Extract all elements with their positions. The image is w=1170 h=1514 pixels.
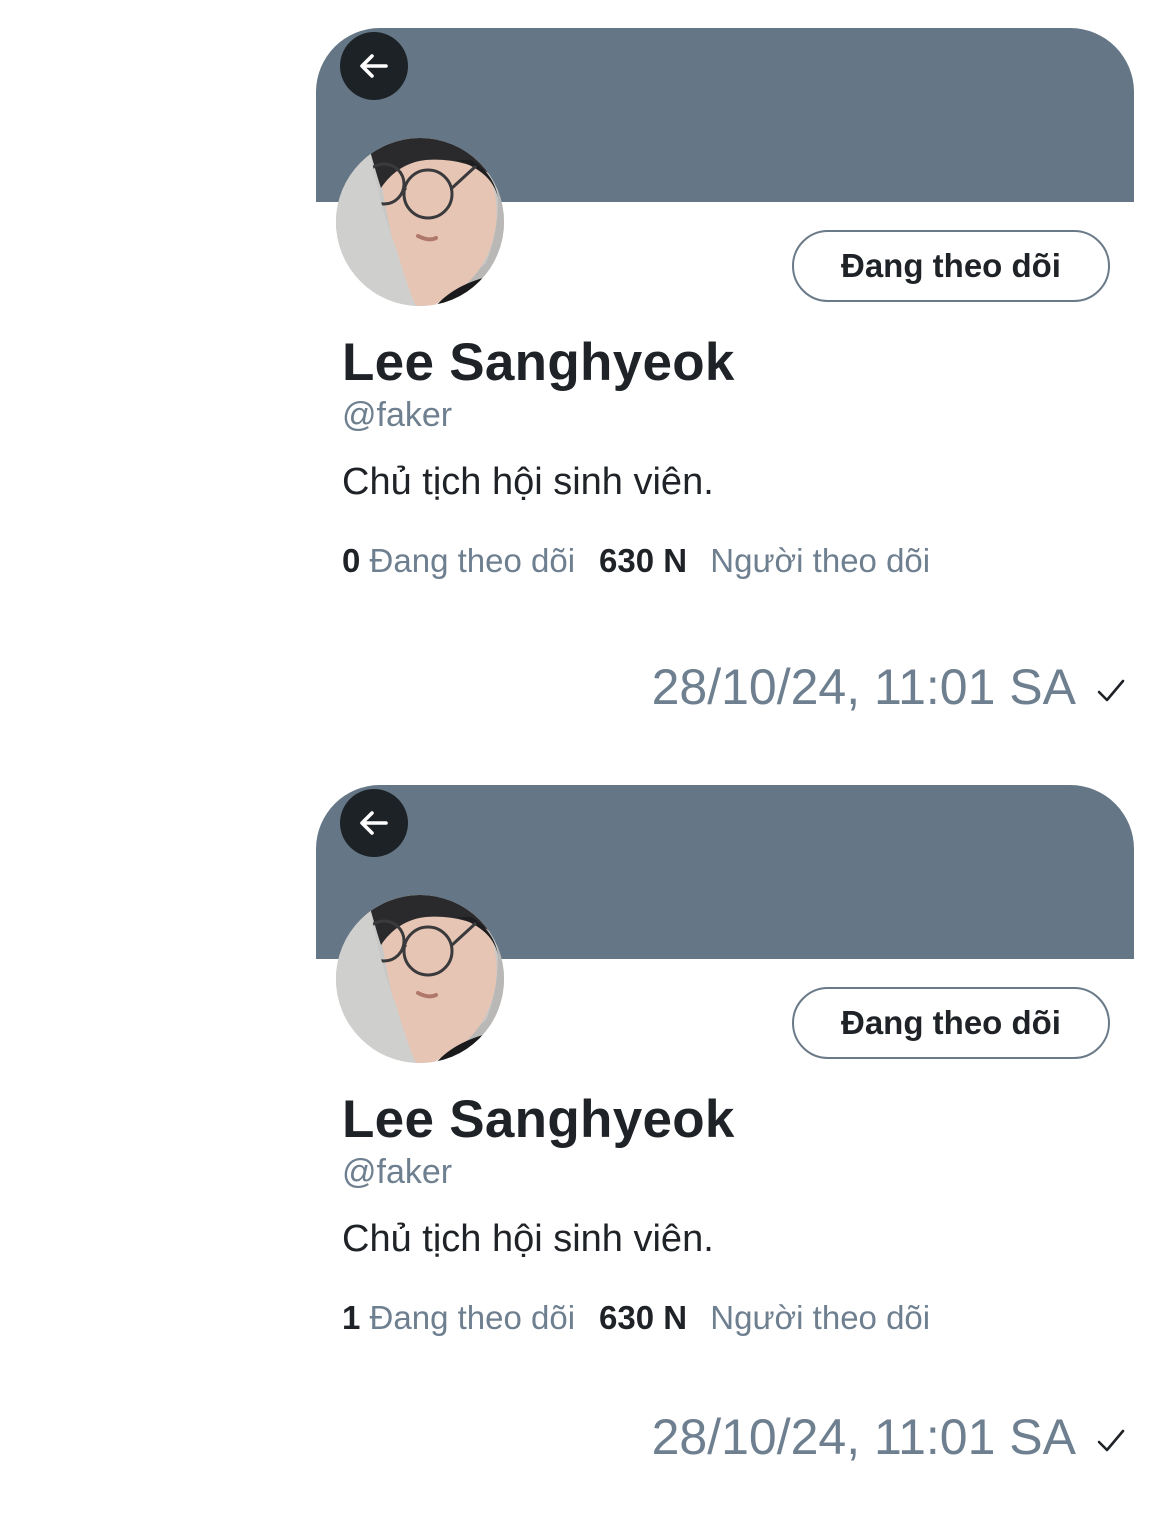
back-button[interactable]	[340, 32, 408, 100]
profile-stats: 1 Đang theo dõi 630 N Người theo dõi	[342, 1299, 930, 1337]
profile-card[interactable]: Đang theo dõi Lee Sanghyeok @faker Chủ t…	[316, 785, 1134, 1385]
timestamp-text: 28/10/24, 11:01 SA	[651, 659, 1076, 715]
profile-card[interactable]: Đang theo dõi Lee Sanghyeok @faker Chủ t…	[316, 28, 1134, 628]
profile-handle[interactable]: @faker	[342, 396, 452, 435]
timestamp-text: 28/10/24, 11:01 SA	[651, 1409, 1076, 1465]
followers-label: Người theo dõi	[710, 1299, 931, 1336]
followers-count: 630 N	[599, 1299, 688, 1336]
profile-handle[interactable]: @faker	[342, 1153, 452, 1192]
following-count: 1	[342, 1299, 361, 1336]
followers-stat[interactable]: 630 N Người theo dõi	[599, 542, 930, 579]
message-timestamp: 28/10/24, 11:01 SA	[652, 658, 1126, 716]
checkmark-icon	[1096, 1408, 1126, 1466]
back-button[interactable]	[340, 789, 408, 857]
profile-stats: 0 Đang theo dõi 630 N Người theo dõi	[342, 542, 930, 580]
followers-label: Người theo dõi	[710, 542, 931, 579]
following-button-label: Đang theo dõi	[841, 1004, 1061, 1041]
message-bubble[interactable]: Đang theo dõi Lee Sanghyeok @faker Chủ t…	[0, 757, 1170, 1514]
profile-name: Lee Sanghyeok	[342, 333, 735, 392]
followers-stat[interactable]: 630 N Người theo dõi	[599, 1299, 930, 1336]
checkmark-icon	[1096, 658, 1126, 716]
message-timestamp: 28/10/24, 11:01 SA	[652, 1408, 1126, 1466]
following-label: Đang theo dõi	[369, 542, 576, 579]
profile-bio: Chủ tịch hội sinh viên.	[342, 1218, 714, 1260]
following-stat[interactable]: 0 Đang theo dõi	[342, 542, 575, 579]
avatar[interactable]	[336, 138, 504, 306]
message-bubble[interactable]: Đang theo dõi Lee Sanghyeok @faker Chủ t…	[0, 0, 1170, 757]
arrow-left-icon	[356, 48, 392, 84]
following-button-label: Đang theo dõi	[841, 247, 1061, 284]
following-label: Đang theo dõi	[369, 1299, 576, 1336]
avatar[interactable]	[336, 895, 504, 1063]
arrow-left-icon	[356, 805, 392, 841]
following-count: 0	[342, 542, 361, 579]
profile-name: Lee Sanghyeok	[342, 1090, 735, 1149]
profile-bio: Chủ tịch hội sinh viên.	[342, 461, 714, 503]
following-stat[interactable]: 1 Đang theo dõi	[342, 1299, 575, 1336]
following-button[interactable]: Đang theo dõi	[792, 230, 1110, 302]
followers-count: 630 N	[599, 542, 688, 579]
following-button[interactable]: Đang theo dõi	[792, 987, 1110, 1059]
